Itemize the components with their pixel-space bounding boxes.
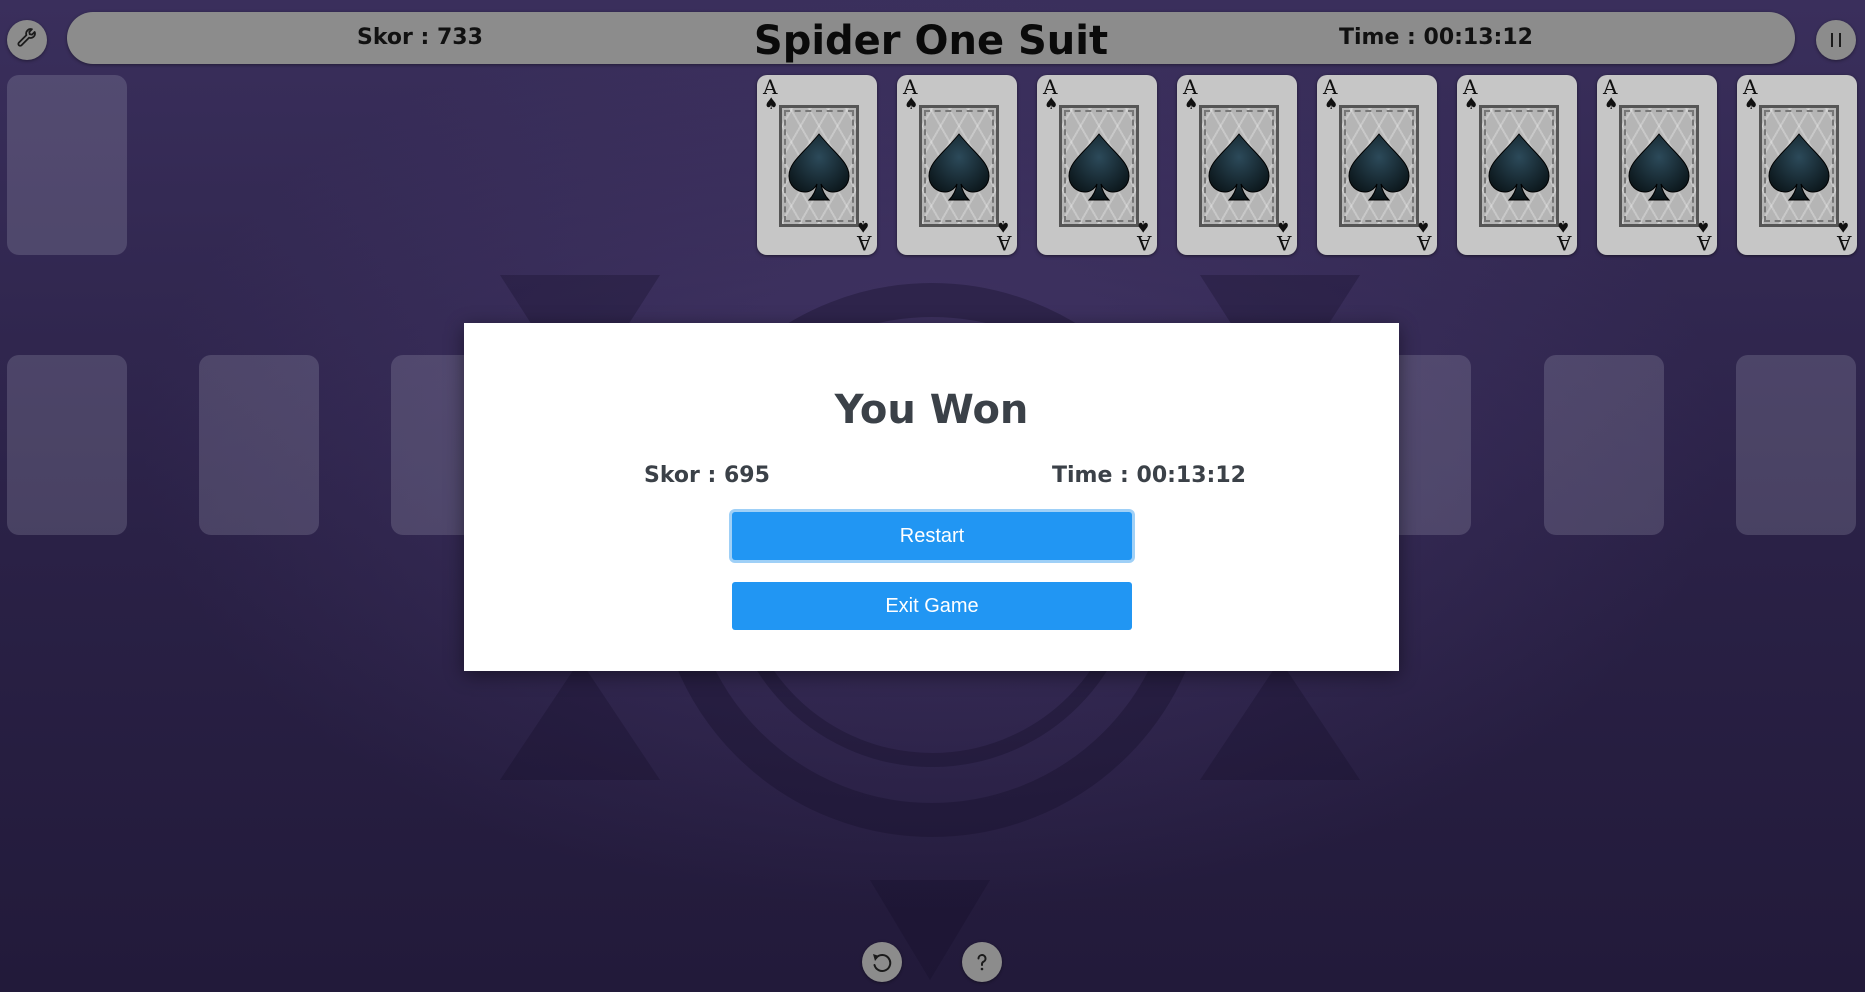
dialog-time: Time : 00:13:12 (1052, 463, 1246, 488)
spade-icon: ♠ (764, 94, 779, 113)
foundation-card[interactable]: A ♠ ♠ A (1737, 75, 1857, 255)
spade-icon: ♠ (1604, 94, 1619, 113)
spade-icon: ♠ (1744, 94, 1759, 113)
tableau-slot-2[interactable] (199, 355, 319, 535)
wrench-icon (17, 28, 36, 47)
card-rank: A (1276, 231, 1291, 255)
card-rank: A (1136, 231, 1151, 255)
foundation-card[interactable]: A ♠ ♠ A (897, 75, 1017, 255)
spade-icon (1622, 130, 1696, 208)
foundation-card[interactable]: A ♠ ♠ A (1177, 75, 1297, 255)
card-rank: A (996, 231, 1011, 255)
restart-button[interactable]: Restart (732, 512, 1132, 560)
undo-button[interactable] (862, 942, 902, 982)
card-rank: A (1556, 231, 1571, 255)
dialog-score: Skor : 695 (644, 463, 770, 488)
foundation-card[interactable]: A ♠ ♠ A (1317, 75, 1437, 255)
spade-icon: ♠ (904, 94, 919, 113)
spade-icon: ♠ (1184, 94, 1199, 113)
card-face-frame (919, 105, 999, 227)
help-icon (977, 954, 987, 971)
spade-icon (1202, 130, 1276, 208)
stock-pile-slot[interactable] (7, 75, 127, 255)
header-time: Time : 00:13:12 (1339, 25, 1533, 50)
foundation-card[interactable]: A ♠ ♠ A (757, 75, 877, 255)
dialog-title: You Won (834, 387, 1029, 433)
pause-icon (1831, 33, 1841, 47)
foundation-card[interactable]: A ♠ ♠ A (1037, 75, 1157, 255)
spade-icon (1342, 130, 1416, 208)
spade-icon (922, 130, 996, 208)
card-rank: A (1416, 231, 1431, 255)
help-button[interactable] (962, 942, 1002, 982)
card-face-frame (1479, 105, 1559, 227)
tableau-slot-9[interactable] (1544, 355, 1664, 535)
top-bar: Skor : 733 Spider One Suit Time : 00:13:… (67, 12, 1795, 64)
card-face-frame (1059, 105, 1139, 227)
card-rank: A (1836, 231, 1851, 255)
card-face-frame (1619, 105, 1699, 227)
spade-icon (1062, 130, 1136, 208)
spade-icon: ♠ (1324, 94, 1339, 113)
spade-icon (782, 130, 856, 208)
tableau-slot-10[interactable] (1736, 355, 1856, 535)
card-face-frame (1759, 105, 1839, 227)
pause-button[interactable] (1816, 20, 1856, 60)
card-rank: A (1696, 231, 1711, 255)
game-title: Spider One Suit (753, 18, 1109, 64)
card-face-frame (1339, 105, 1419, 227)
undo-icon (873, 954, 892, 972)
card-face-frame (1199, 105, 1279, 227)
win-dialog: You Won Skor : 695 Time : 00:13:12 Resta… (464, 323, 1399, 671)
card-rank: A (856, 231, 871, 255)
foundation-card[interactable]: A ♠ ♠ A (1597, 75, 1717, 255)
tableau-slot-1[interactable] (7, 355, 127, 535)
spade-icon (1482, 130, 1556, 208)
foundation-card[interactable]: A ♠ ♠ A (1457, 75, 1577, 255)
settings-button[interactable] (7, 20, 47, 60)
exit-game-button[interactable]: Exit Game (732, 582, 1132, 630)
spade-icon (1762, 130, 1836, 208)
spade-icon: ♠ (1464, 94, 1479, 113)
card-face-frame (779, 105, 859, 227)
spade-icon: ♠ (1044, 94, 1059, 113)
